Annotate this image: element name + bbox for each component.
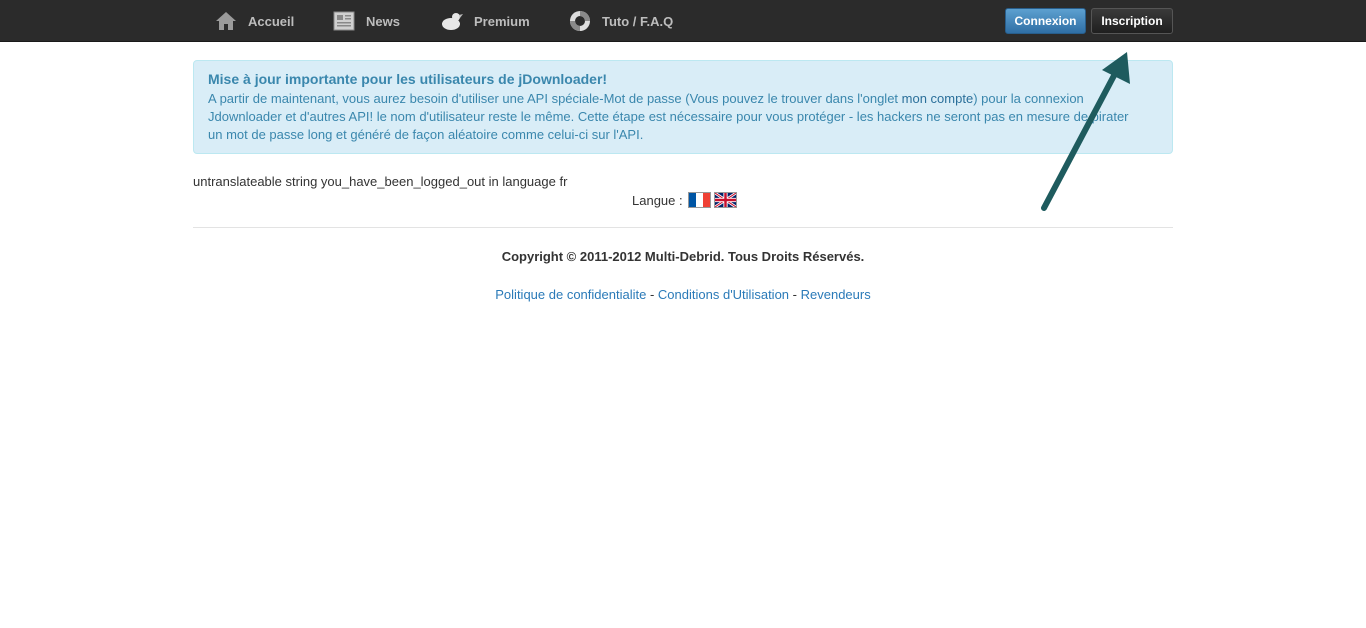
footer-separator: - [649, 287, 655, 302]
resellers-link[interactable]: Revendeurs [801, 287, 871, 302]
annotation-arrow-icon [1041, 52, 1130, 211]
privacy-policy-link[interactable]: Politique de confidentialite [495, 287, 646, 302]
alert-body: A partir de maintenant, vous aurez besoi… [208, 90, 1158, 144]
register-button[interactable]: Inscription [1091, 8, 1173, 34]
alert-line-2: Jdownloader et d'autres API! le nom d'ut… [208, 109, 1129, 124]
nav-premium[interactable]: Premium [440, 0, 530, 42]
nav-label-news: News [366, 13, 400, 29]
home-icon [214, 9, 238, 33]
flag-fr-icon[interactable] [687, 192, 711, 208]
alert-line-1-pre: A partir de maintenant, vous aurez besoi… [208, 91, 902, 106]
logout-message: untranslateable string you_have_been_log… [193, 174, 568, 189]
alert-title: Mise à jour importante pour les utilisat… [208, 71, 608, 87]
footer-links: Politique de confidentialite - Condition… [193, 287, 1173, 302]
footer-divider [193, 227, 1173, 228]
nav-news[interactable]: News [332, 0, 400, 42]
top-navbar: Accueil News Premium Tuto / F.A.Q Connex… [0, 0, 1366, 42]
language-selector: Langue : [632, 192, 737, 208]
newspaper-icon [332, 9, 356, 33]
jdownloader-alert: Mise à jour importante pour les utilisat… [193, 60, 1173, 154]
nav-label-accueil: Accueil [248, 13, 295, 29]
language-label: Langue : [632, 192, 683, 208]
footer-separator: - [792, 287, 797, 302]
flag-uk-icon[interactable] [713, 192, 737, 208]
nav-accueil[interactable]: Accueil [214, 0, 294, 42]
terms-of-use-link[interactable]: Conditions d'Utilisation [658, 287, 789, 302]
nav-label-premium: Premium [474, 13, 530, 29]
alert-line-1: A partir de maintenant, vous aurez besoi… [208, 90, 1158, 108]
premium-icon [440, 9, 464, 33]
nav-label-tuto-faq: Tuto / F.A.Q [602, 13, 674, 29]
copyright-text: Copyright © 2011-2012 Multi-Debrid. Tous… [501, 249, 865, 264]
login-button[interactable]: Connexion [1005, 8, 1086, 34]
mon-compte-link[interactable]: mon compte [902, 91, 974, 106]
nav-tuto-faq[interactable]: Tuto / F.A.Q [568, 0, 673, 42]
lifebuoy-icon [568, 9, 592, 33]
alert-line-3: un mot de passe long et généré de façon … [208, 127, 644, 142]
